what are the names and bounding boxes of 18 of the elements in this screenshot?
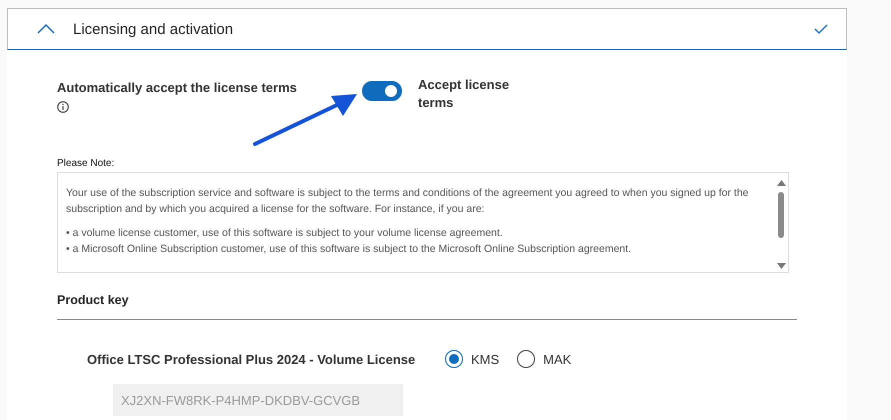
section-heading: Product key — [57, 293, 797, 320]
license-paragraph: • a volume license customer, use of this software is subject to your volume license agreement. • a Microsoft Online Subscription customer, use of this software is subject to the Microsoft Online Subscription agreement. — [66, 226, 632, 257]
note-label: Please Note: — [57, 158, 116, 169]
scroll-down-icon[interactable] — [776, 263, 786, 269]
scrollbar-thumb[interactable] — [778, 192, 784, 238]
radio-button[interactable] — [517, 350, 536, 368]
product-name: Office LTSC Professional Plus 2024 - Volume License — [87, 352, 416, 366]
radio-label: KMS — [471, 352, 500, 366]
toggle-label: Accept license terms — [418, 76, 510, 112]
setting-label: Automatically accept the license terms — [57, 80, 298, 95]
radio-button[interactable] — [445, 350, 463, 368]
radio-label: MAK — [543, 352, 572, 366]
section-header[interactable]: Licensing and activation — [7, 8, 847, 50]
license-paragraph: Your use of the subscription service and software is subject to the terms and conditions of the agreement you agreed to when you signed up for the subscription and by which you acquired a license for the software. For instance, if you are: — [66, 186, 750, 217]
section-title: Licensing and activation — [73, 20, 234, 38]
scroll-up-icon[interactable] — [776, 180, 786, 186]
info-icon[interactable] — [57, 101, 69, 113]
toggle-switch[interactable] — [362, 81, 402, 101]
